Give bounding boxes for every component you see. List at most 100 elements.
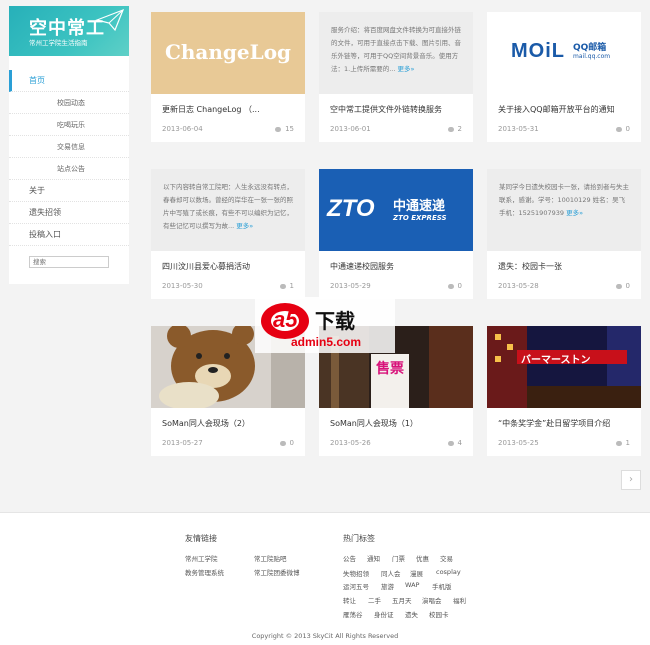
post-card[interactable]: ZTO 中通速递 ZTO EXPRESS 中通速递校园服务 2013-05-29… (319, 169, 473, 299)
post-card[interactable]: バーマーストン “中条奖学金”赴日留学项目介绍 2013-05-25 1 (487, 326, 641, 456)
comment-count: 0 (615, 125, 630, 133)
comment-icon (615, 440, 622, 446)
comment-count: 1 (279, 282, 294, 290)
comment-count: 1 (615, 439, 630, 447)
nav-item-trade-info[interactable]: 交易信息 (9, 136, 129, 158)
tag-link[interactable]: 同人会 (381, 568, 401, 578)
sidebar: 空中常工 常州工学院生活指南 首页 校园动态 吃喝玩乐 交易信息 站点公告 关于… (9, 6, 129, 284)
post-card[interactable]: 服务介绍：将百度网盘文件转换为可直接外链的文件，可用于直接点击下载、图片引用、音… (319, 12, 473, 142)
post-card[interactable]: 某同学今日遗失校园卡一张，请拾到者与失主联系，感谢。学号：10010129 姓名… (487, 169, 641, 299)
tags-title: 热门标签 (343, 534, 375, 543)
post-title[interactable]: SoMan同人会现场（2） (162, 418, 250, 429)
nav-item-home[interactable]: 首页 (9, 70, 129, 92)
tag-link[interactable]: 门票 (392, 553, 405, 563)
comment-icon (447, 440, 454, 446)
friend-link[interactable]: 常工院团委微博 (254, 567, 300, 577)
post-date: 2013-05-31 (498, 125, 539, 133)
tag-link[interactable]: 失物招领 (343, 568, 369, 578)
tag-link[interactable]: 遗失 (405, 609, 418, 619)
post-title[interactable]: 空中常工提供文件外链转换服务 (330, 104, 442, 115)
comment-icon (279, 440, 286, 446)
tag-link[interactable]: 交易 (440, 553, 453, 563)
post-excerpt: 某同学今日遗失校园卡一张，请拾到者与失主联系，感谢。学号：10010129 姓名… (487, 169, 641, 251)
tag-link[interactable]: 漫展 (410, 568, 423, 578)
tag-link[interactable]: 身份证 (374, 609, 394, 619)
nav-item-site-notice[interactable]: 站点公告 (9, 158, 129, 180)
post-date: 2013-05-30 (162, 282, 203, 290)
search-input[interactable] (29, 256, 109, 268)
comment-icon (615, 283, 622, 289)
post-date: 2013-05-27 (162, 439, 203, 447)
links-title: 友情链接 (185, 534, 217, 543)
post-title[interactable]: “中条奖学金”赴日留学项目介绍 (498, 418, 610, 429)
friend-link[interactable]: 常工院贴吧 (254, 553, 287, 563)
post-date: 2013-05-28 (498, 282, 539, 290)
post-excerpt: 服务介绍：将百度网盘文件转换为可直接外链的文件，可用于直接点击下载、图片引用、音… (319, 12, 473, 94)
tag-link[interactable]: 公告 (343, 553, 356, 563)
main-nav: 首页 校园动态 吃喝玩乐 交易信息 站点公告 关于 遗失招领 投稿入口 (9, 70, 129, 246)
post-date: 2013-05-26 (330, 439, 371, 447)
tag-link[interactable]: 通知 (367, 553, 380, 563)
paper-plane-icon (95, 8, 125, 32)
tag-link[interactable]: 校园卡 (429, 609, 449, 619)
post-thumbnail[interactable]: バーマーストン (487, 326, 641, 408)
comment-count: 0 (447, 282, 462, 290)
next-page-button[interactable]: › (621, 470, 641, 490)
tag-link[interactable]: 福利 (453, 595, 466, 605)
comment-count: 4 (447, 439, 462, 447)
more-link[interactable]: 更多» (236, 222, 253, 230)
nav-item-submit[interactable]: 投稿入口 (9, 224, 129, 246)
tag-link[interactable]: cosplay (436, 568, 461, 576)
nav-item-campus-news[interactable]: 校园动态 (9, 92, 129, 114)
tag-link[interactable]: 二手 (368, 595, 381, 605)
post-card[interactable]: MOiL QQ邮箱 mail.qq.com 关于接入QQ邮箱开放平台的通知 20… (487, 12, 641, 142)
comment-icon (447, 126, 454, 132)
tag-link[interactable]: 旅游 (381, 581, 394, 591)
a5-cn: 下载 (315, 309, 355, 333)
comment-icon (279, 283, 286, 289)
post-title[interactable]: 四川汶川县爱心募捐活动 (162, 261, 250, 272)
tag-link[interactable]: 五月天 (392, 595, 412, 605)
qqmail-logo: MOiL QQ邮箱 mail.qq.com (511, 40, 611, 62)
comment-count: 0 (279, 439, 294, 447)
comment-icon (275, 126, 282, 132)
site-logo[interactable]: 空中常工 常州工学院生活指南 (9, 6, 129, 56)
nav-item-lost-found[interactable]: 遗失招领 (9, 202, 129, 224)
copyright: Copyright © 2013 SkyCit All Rights Reser… (251, 632, 399, 640)
tag-link[interactable]: 优惠 (416, 553, 429, 563)
post-card[interactable]: ChangeLog 更新日志 ChangeLog （... 2013-06-04… (151, 12, 305, 142)
post-thumbnail[interactable]: ZTO 中通速递 ZTO EXPRESS (319, 169, 473, 251)
post-title[interactable]: 更新日志 ChangeLog （... (162, 104, 260, 115)
post-thumbnail[interactable]: ChangeLog (151, 12, 305, 94)
post-title[interactable]: 中通速递校园服务 (330, 261, 394, 272)
post-date: 2013-05-25 (498, 439, 539, 447)
friend-link[interactable]: 教务管理系统 (185, 567, 224, 577)
friend-link[interactable]: 常州工学院 (185, 553, 218, 563)
tag-link[interactable]: 手机版 (432, 581, 452, 591)
post-title[interactable]: 遗失：校园卡一张 (498, 261, 562, 272)
night-street-photo (487, 326, 641, 408)
more-link[interactable]: 更多» (397, 65, 414, 73)
tag-link[interactable]: 转让 (343, 595, 356, 605)
a5-brand: a5 (273, 307, 298, 332)
a5-watermark: a5 下载 admin5.com (255, 297, 395, 353)
post-thumbnail[interactable]: MOiL QQ邮箱 mail.qq.com (487, 12, 641, 94)
post-title[interactable]: 关于接入QQ邮箱开放平台的通知 (498, 104, 615, 115)
changelog-thumb-text: ChangeLog (164, 40, 292, 64)
zto-logo: ZTO 中通速递 ZTO EXPRESS (327, 195, 447, 222)
tag-link[interactable]: 运河五号 (343, 581, 369, 591)
comment-count: 15 (275, 125, 294, 133)
comment-count: 0 (615, 282, 630, 290)
tag-link[interactable]: WAP (405, 581, 419, 589)
tag-link[interactable]: 雁荡谷 (343, 609, 363, 619)
nav-item-about[interactable]: 关于 (9, 180, 129, 202)
nav-item-food-fun[interactable]: 吃喝玩乐 (9, 114, 129, 136)
more-link[interactable]: 更多» (566, 209, 583, 217)
tag-link[interactable]: 演唱会 (422, 595, 442, 605)
neon-sign: バーマーストン (521, 355, 591, 366)
comment-icon (615, 126, 622, 132)
logo-subtitle: 常州工学院生活指南 (29, 39, 88, 47)
footer: 友情链接 常州工学院 常工院贴吧 教务管理系统 常工院团委微博 热门标签 公告 … (0, 512, 650, 645)
post-card[interactable]: 以下内容转自常工院吧：人生永远没有转点，春春却可以数场。曾经的岸华在一张一张的照… (151, 169, 305, 299)
post-title[interactable]: SoMan同人会现场（1） (330, 418, 418, 429)
